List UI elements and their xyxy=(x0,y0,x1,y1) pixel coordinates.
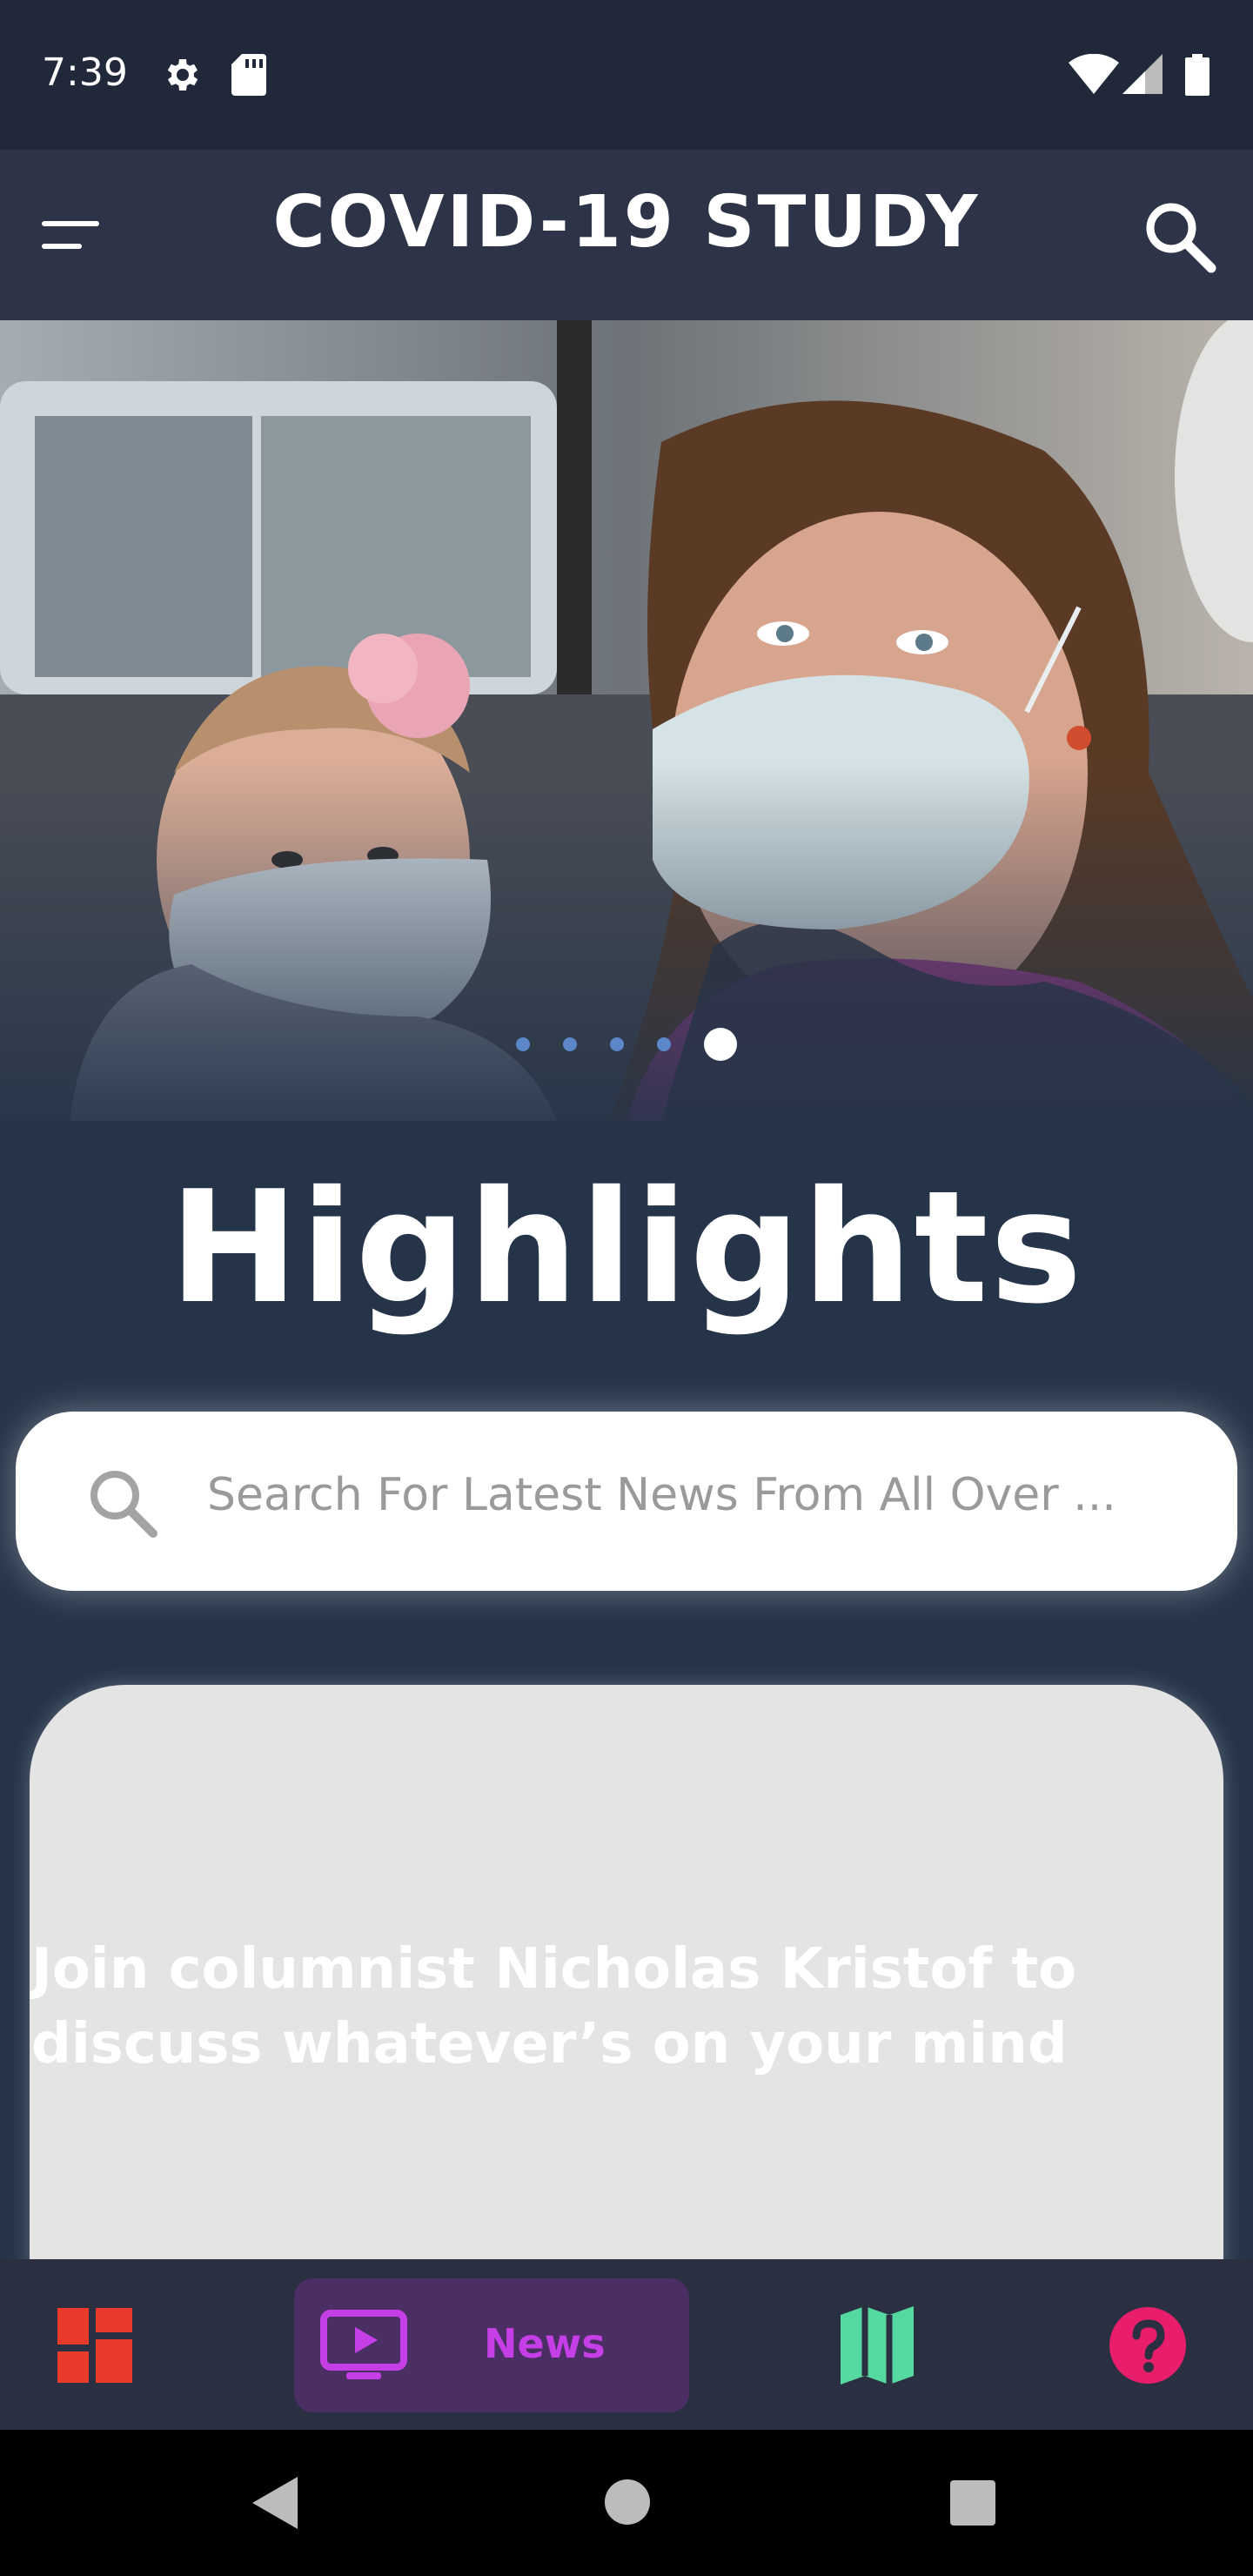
search-icon[interactable] xyxy=(1140,197,1218,275)
settings-icon xyxy=(167,59,198,91)
search-placeholder[interactable]: Search For Latest News From All Over ... xyxy=(207,1469,1190,1521)
tv-icon xyxy=(320,2310,407,2379)
recents-icon[interactable] xyxy=(950,2480,995,2526)
carousel-indicator xyxy=(0,1027,1253,1062)
status-bar: 7:39 xyxy=(0,0,1253,150)
news-card[interactable]: Join columnist Nicholas Kristof to discu… xyxy=(30,1685,1223,2294)
news-search-field[interactable]: Search For Latest News From All Over ... xyxy=(16,1412,1237,1591)
carousel-dot[interactable] xyxy=(657,1037,671,1051)
status-time: 7:39 xyxy=(42,50,128,95)
hero-carousel[interactable] xyxy=(0,320,1253,1121)
signal-icon xyxy=(1122,54,1163,94)
search-icon xyxy=(90,1471,157,1538)
nav-news-label: News xyxy=(484,2320,606,2367)
dashboard-icon[interactable] xyxy=(57,2308,132,2383)
system-navigation-bar xyxy=(0,2430,1253,2576)
home-icon[interactable] xyxy=(604,2479,651,2526)
app-title: COVID-19 STUDY xyxy=(272,181,981,264)
back-icon[interactable] xyxy=(252,2477,298,2529)
help-icon[interactable] xyxy=(1109,2306,1187,2385)
battery-icon xyxy=(1185,54,1209,96)
hero-photo xyxy=(0,320,1253,1121)
carousel-dot[interactable] xyxy=(610,1037,624,1051)
nav-news-tab[interactable]: News xyxy=(294,2278,689,2412)
sd-card-icon xyxy=(231,54,266,96)
highlights-heading: Highlights xyxy=(169,1157,1084,1338)
map-icon[interactable] xyxy=(835,2306,919,2385)
carousel-dot-active[interactable] xyxy=(704,1028,737,1061)
carousel-dot[interactable] xyxy=(516,1037,530,1051)
carousel-dot[interactable] xyxy=(563,1037,577,1051)
wifi-icon xyxy=(1069,54,1119,94)
news-headline[interactable]: Join columnist Nicholas Kristof to discu… xyxy=(31,1932,1163,2082)
